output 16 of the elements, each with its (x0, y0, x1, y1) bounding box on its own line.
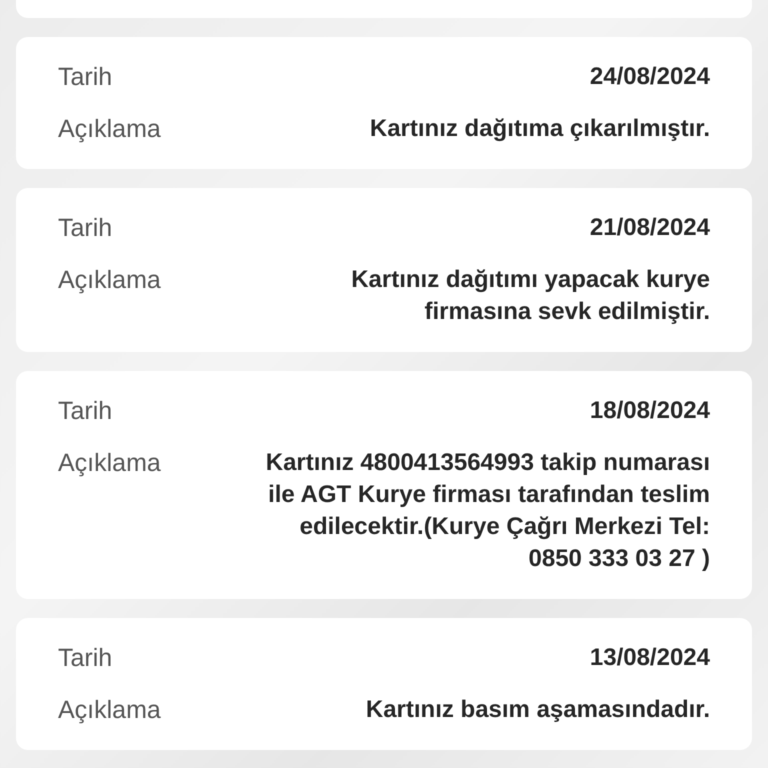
description-value: Kartınız basım aşamasındadır. (366, 695, 710, 725)
description-value: Kartınız 4800413564993 takip numarası ile AGT Kurye firması tarafından teslim edilecektir.(Kurye Çağrı Merkezi Tel: 0850 333 03 27 ) (264, 448, 710, 574)
description-label: Açıklama (58, 265, 161, 296)
date-value: 21/08/2024 (590, 213, 710, 243)
description-value: Kartınız dağıtımı yapacak kurye firmasına sevk edilmiştir. (350, 265, 710, 327)
date-label: Tarih (58, 643, 112, 674)
date-value: 18/08/2024 (590, 396, 710, 426)
description-label: Açıklama (58, 114, 161, 145)
description-label: Açıklama (58, 448, 161, 479)
date-value: 13/08/2024 (590, 643, 710, 673)
date-label: Tarih (58, 62, 112, 93)
date-label: Tarih (58, 213, 112, 244)
description-value: Kartınız dağıtıma çıkarılmıştır. (370, 114, 710, 144)
date-value: 24/08/2024 (590, 62, 710, 92)
date-label: Tarih (58, 396, 112, 427)
description-label: Açıklama (58, 695, 161, 726)
